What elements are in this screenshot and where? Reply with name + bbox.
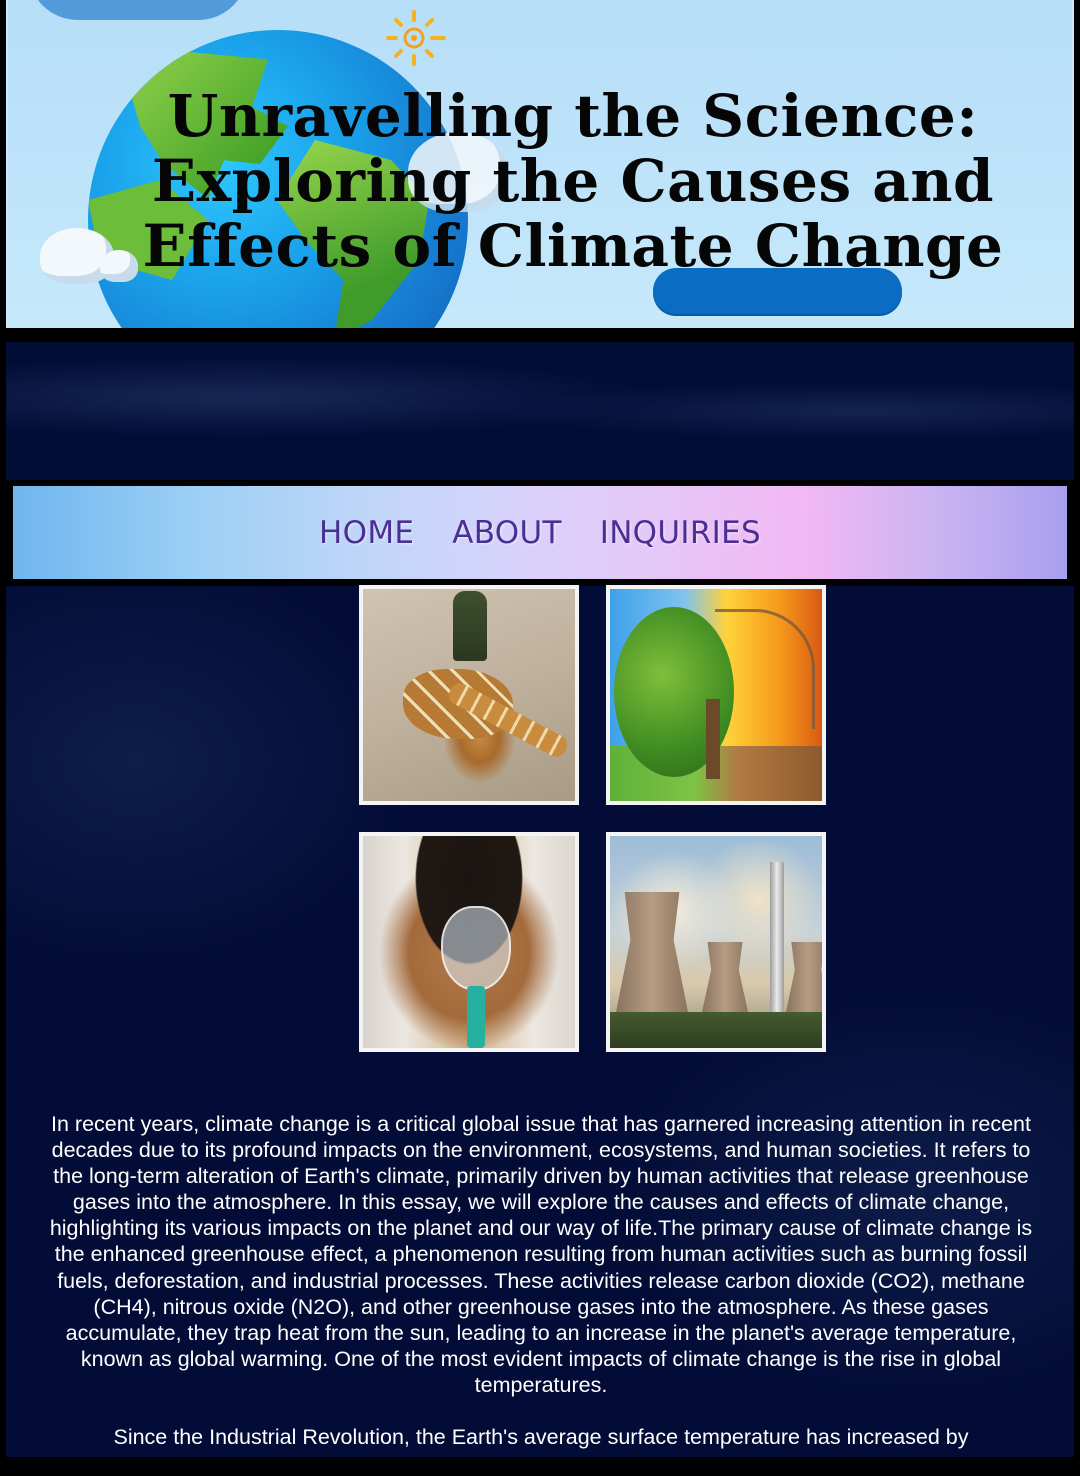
site-header: Unravelling the Science: Exploring the C… — [6, 0, 1074, 328]
sun-icon — [386, 10, 446, 66]
drought-giraffe-photo — [359, 585, 579, 805]
nav-home-link[interactable]: HOME — [319, 515, 414, 551]
nav-about-link[interactable]: ABOUT — [452, 515, 561, 551]
main-navigation: HOME ABOUT INQUIRIES — [13, 486, 1067, 579]
nav-inquiries-link[interactable]: INQUIRIES — [600, 515, 761, 551]
decorative-wave — [28, 0, 248, 20]
article-paragraph: In recent years, climate change is a cri… — [49, 1112, 1033, 1397]
page-title: Unravelling the Science: Exploring the C… — [142, 82, 1004, 280]
article-body: In recent years, climate change is a cri… — [41, 1111, 1041, 1476]
child-oxygen-mask-photo — [359, 832, 579, 1052]
main-content: In recent years, climate change is a cri… — [6, 585, 1074, 1457]
dark-banner — [6, 342, 1074, 480]
article-paragraph: Since the Industrial Revolution, the Ear… — [113, 1425, 969, 1450]
dying-tree-photo — [606, 585, 826, 805]
cooling-towers-photo — [606, 832, 826, 1052]
header-pill-decoration — [653, 268, 902, 314]
